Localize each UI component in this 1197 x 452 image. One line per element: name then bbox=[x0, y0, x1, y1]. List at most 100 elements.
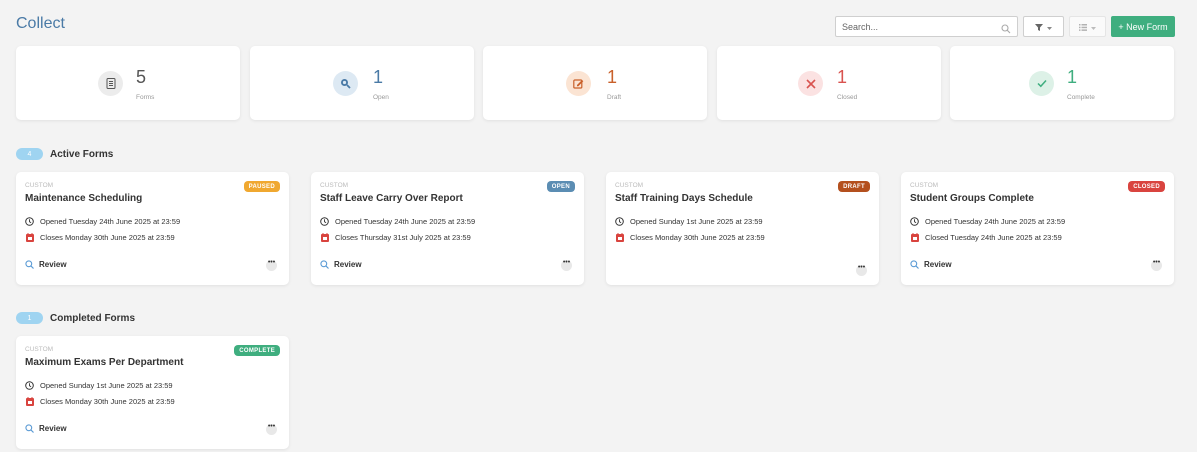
closes-text: Closes Monday 30th June 2025 at 23:59 bbox=[630, 233, 765, 242]
stat-card-draft[interactable]: 1 Draft bbox=[483, 46, 707, 120]
more-options-icon[interactable]: ••• bbox=[856, 264, 867, 276]
opened-text: Opened Sunday 1st June 2025 at 23:59 bbox=[630, 217, 763, 226]
section-title: Active Forms bbox=[50, 148, 114, 160]
more-options-icon[interactable]: ••• bbox=[561, 259, 572, 271]
search-icon bbox=[333, 71, 358, 96]
more-options-icon[interactable]: ••• bbox=[266, 259, 277, 271]
filter-icon bbox=[1035, 18, 1043, 36]
closes-line: Closes Monday 30th June 2025 at 23:59 bbox=[25, 233, 175, 242]
list-icon bbox=[1079, 18, 1087, 36]
form-type: CUSTOM bbox=[25, 346, 54, 353]
review-link[interactable]: Review bbox=[320, 260, 362, 269]
opened-line: Opened Tuesday 24th June 2025 at 23:59 bbox=[320, 217, 475, 226]
active-forms-header: 4 Active Forms bbox=[16, 148, 113, 160]
search-icon[interactable] bbox=[1001, 21, 1011, 39]
form-title: Maximum Exams Per Department bbox=[25, 357, 184, 368]
form-type: CUSTOM bbox=[615, 182, 644, 189]
closes-line: Closes Monday 30th June 2025 at 23:59 bbox=[25, 397, 175, 406]
stat-label: Draft bbox=[607, 94, 622, 101]
form-title: Maintenance Scheduling bbox=[25, 193, 143, 204]
calendar-icon bbox=[910, 233, 919, 242]
completed-forms-header: 1 Completed Forms bbox=[16, 312, 135, 324]
review-label: Review bbox=[334, 260, 362, 269]
calendar-icon bbox=[615, 233, 624, 242]
opened-line: Opened Tuesday 24th June 2025 at 23:59 bbox=[25, 217, 180, 226]
status-badge: PAUSED bbox=[243, 181, 280, 192]
search-icon bbox=[25, 260, 34, 269]
form-type: CUSTOM bbox=[910, 182, 939, 189]
review-label: Review bbox=[39, 260, 67, 269]
stat-label: Closed bbox=[837, 94, 858, 101]
status-badge: CLOSED bbox=[1128, 181, 1165, 192]
clock-icon bbox=[25, 217, 34, 226]
stat-value: 1 bbox=[837, 67, 848, 87]
review-link[interactable]: Review bbox=[910, 260, 952, 269]
stat-card-open[interactable]: 1 Open bbox=[250, 46, 474, 120]
closes-line: Closes Monday 30th June 2025 at 23:59 bbox=[615, 233, 765, 242]
search-icon bbox=[910, 260, 919, 269]
stat-value: 5 bbox=[136, 67, 147, 87]
close-icon bbox=[798, 71, 823, 96]
opened-line: Opened Sunday 1st June 2025 at 23:59 bbox=[25, 381, 173, 390]
opened-line: Opened Sunday 1st June 2025 at 23:59 bbox=[615, 217, 763, 226]
stat-value: 1 bbox=[607, 67, 618, 87]
stat-card-closed[interactable]: 1 Closed bbox=[717, 46, 941, 120]
clock-icon bbox=[25, 381, 34, 390]
search-input[interactable] bbox=[836, 17, 986, 37]
status-badge: DRAFT bbox=[838, 181, 870, 192]
page-title: Collect bbox=[16, 15, 65, 32]
stat-label: Open bbox=[373, 94, 389, 101]
check-icon bbox=[1029, 71, 1054, 96]
form-card[interactable]: CUSTOM Staff Training Days Schedule DRAF… bbox=[606, 172, 879, 285]
status-badge: COMPLETE bbox=[234, 345, 280, 356]
opened-text: Opened Tuesday 24th June 2025 at 23:59 bbox=[40, 217, 181, 226]
clock-icon bbox=[320, 217, 329, 226]
form-type: CUSTOM bbox=[25, 182, 54, 189]
calendar-icon bbox=[25, 397, 34, 406]
review-label: Review bbox=[924, 260, 952, 269]
view-toggle-button[interactable] bbox=[1069, 16, 1106, 37]
document-icon bbox=[98, 71, 123, 96]
closes-text: Closes Monday 30th June 2025 at 23:59 bbox=[40, 233, 175, 242]
stat-card-complete[interactable]: 1 Complete bbox=[950, 46, 1174, 120]
stat-card-forms[interactable]: 5 Forms bbox=[16, 46, 240, 120]
section-title: Completed Forms bbox=[50, 312, 136, 324]
stat-label: Forms bbox=[136, 94, 155, 101]
form-type: CUSTOM bbox=[320, 182, 349, 189]
clock-icon bbox=[615, 217, 624, 226]
form-card[interactable]: CUSTOM Staff Leave Carry Over Report OPE… bbox=[311, 172, 584, 285]
opened-text: Opened Sunday 1st June 2025 at 23:59 bbox=[40, 381, 173, 390]
stat-value: 1 bbox=[1067, 67, 1078, 87]
status-badge: OPEN bbox=[546, 181, 575, 192]
calendar-icon bbox=[320, 233, 329, 242]
closes-text: Closes Monday 30th June 2025 at 23:59 bbox=[40, 397, 175, 406]
search-icon bbox=[320, 260, 329, 269]
opened-text: Opened Tuesday 24th June 2025 at 23:59 bbox=[925, 217, 1066, 226]
chevron-down-icon bbox=[1091, 18, 1096, 36]
count-badge: 1 bbox=[16, 312, 43, 324]
more-options-icon[interactable]: ••• bbox=[266, 423, 277, 435]
form-card[interactable]: CUSTOM Maximum Exams Per Department COMP… bbox=[16, 336, 289, 449]
search-icon bbox=[25, 424, 34, 433]
form-title: Student Groups Complete bbox=[910, 193, 1034, 204]
search-box[interactable] bbox=[835, 16, 1018, 37]
filter-button[interactable] bbox=[1023, 16, 1064, 37]
more-options-icon[interactable]: ••• bbox=[1151, 259, 1162, 271]
chevron-down-icon bbox=[1047, 18, 1052, 36]
review-label: Review bbox=[39, 424, 67, 433]
closes-text: Closes Thursday 31st July 2025 at 23:59 bbox=[335, 233, 471, 242]
new-form-button[interactable]: + New Form bbox=[1111, 16, 1175, 37]
form-card[interactable]: CUSTOM Student Groups Complete CLOSED Op… bbox=[901, 172, 1174, 285]
review-link[interactable]: Review bbox=[25, 260, 67, 269]
opened-text: Opened Tuesday 24th June 2025 at 23:59 bbox=[335, 217, 476, 226]
opened-line: Opened Tuesday 24th June 2025 at 23:59 bbox=[910, 217, 1065, 226]
review-link[interactable]: Review bbox=[25, 424, 67, 433]
form-title: Staff Training Days Schedule bbox=[615, 193, 753, 204]
form-card[interactable]: CUSTOM Maintenance Scheduling PAUSED Ope… bbox=[16, 172, 289, 285]
stat-label: Complete bbox=[1067, 94, 1095, 101]
count-badge: 4 bbox=[16, 148, 43, 160]
stat-value: 1 bbox=[373, 67, 384, 87]
closes-line: Closes Thursday 31st July 2025 at 23:59 bbox=[320, 233, 471, 242]
top-bar: Collect + New Form bbox=[0, 0, 1197, 44]
edit-icon bbox=[566, 71, 591, 96]
